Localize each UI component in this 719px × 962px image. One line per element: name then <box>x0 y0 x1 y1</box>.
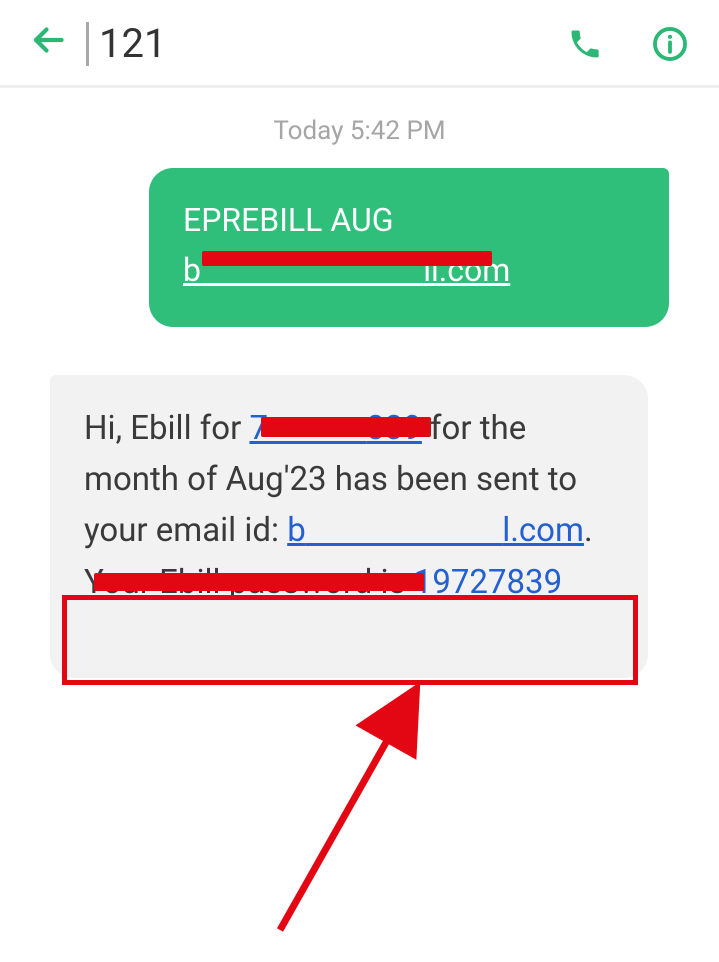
email-link[interactable]: b l.com <box>287 511 584 550</box>
annotation-arrow-icon <box>240 680 460 950</box>
redaction-mark <box>261 417 431 437</box>
contact-title[interactable]: 121 <box>99 20 567 67</box>
info-icon[interactable] <box>651 25 689 63</box>
redaction-mark <box>94 573 424 591</box>
redaction-mark <box>202 251 492 266</box>
outgoing-line1: EPREBILL AUG <box>183 196 635 246</box>
call-icon[interactable] <box>567 26 603 62</box>
incoming-message-bubble[interactable]: Hi, Ebill for 7 839 for the month of Aug… <box>50 375 648 678</box>
incoming-text-1: Hi, Ebill for <box>84 409 249 448</box>
header-divider <box>86 22 89 66</box>
highlight-box <box>62 595 638 685</box>
thread-timestamp: Today 5:42 PM <box>0 116 719 146</box>
outgoing-message-bubble[interactable]: EPREBILL AUG b il.com <box>149 168 669 327</box>
back-arrow-icon[interactable] <box>30 22 66 65</box>
